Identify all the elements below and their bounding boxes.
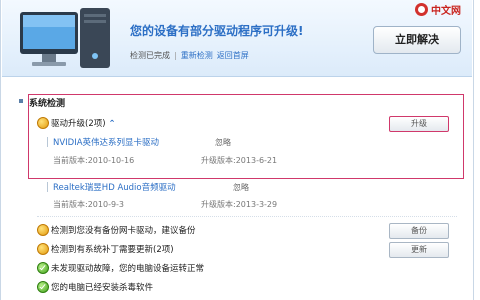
check-item: 检测到有系统补丁需要更新(2项) [51, 245, 174, 255]
logo-icon [415, 3, 428, 16]
header-banner: 您的设备有部分驱动程序可升级! 检测已完成 | 重新检测 返回首屏 立即解决 [2, 0, 472, 77]
check-item: 未发现驱动故障，您的电脑设备运转正常 [51, 264, 205, 274]
driver-name[interactable]: Realtek瑞昱HD Audio音频驱动 [53, 181, 176, 193]
upgrade-button[interactable]: 升级 [389, 116, 449, 132]
tree-line [47, 182, 48, 192]
tree-line [47, 137, 48, 147]
watermark-text: 中文网 [431, 6, 461, 17]
ignore-link[interactable]: 忽略 [233, 182, 249, 193]
upgrade-version: 升级版本:2013-3-29 [201, 200, 278, 209]
app-window: 您的设备有部分驱动程序可升级! 检测已完成 | 重新检测 返回首屏 立即解决 中文网 … [0, 0, 474, 300]
recheck-link[interactable]: 重新检测 [181, 51, 213, 60]
check-ok-icon [37, 262, 49, 274]
watermark-logo: 中文网 [415, 0, 477, 18]
backup-button[interactable]: 备份 [389, 223, 449, 239]
separator: | [174, 51, 177, 60]
driver-name[interactable]: NVIDIA英伟达系列显卡驱动 [53, 136, 159, 148]
computer-icon [20, 8, 110, 68]
return-home-link[interactable]: 返回首屏 [217, 51, 249, 60]
warning-icon [37, 117, 49, 129]
current-version: 当前版本:2010-10-16 [53, 156, 135, 165]
upgrade-version: 升级版本:2013-6-21 [201, 156, 278, 165]
status-line: 检测已完成 | 重新检测 返回首屏 [130, 50, 249, 61]
update-button[interactable]: 更新 [389, 242, 449, 258]
check-ok-icon [37, 281, 49, 293]
driver-upgrade-row: 驱动升级(2项) ⌃ [51, 119, 116, 129]
fix-now-button[interactable]: 立即解决 [373, 26, 461, 54]
headline: 您的设备有部分驱动程序可升级! [130, 24, 304, 38]
divider [37, 216, 457, 217]
chevron-up-icon[interactable]: ⌃ [109, 119, 116, 129]
status-text: 检测已完成 [130, 51, 170, 60]
warning-icon [37, 224, 49, 236]
check-item: 您的电脑已经安装杀毒软件 [51, 283, 154, 293]
warning-icon [37, 243, 49, 255]
check-item: 检测到您没有备份网卡驱动，建议备份 [51, 226, 196, 236]
ignore-link[interactable]: 忽略 [215, 137, 231, 148]
current-version: 当前版本:2010-9-3 [53, 200, 125, 209]
